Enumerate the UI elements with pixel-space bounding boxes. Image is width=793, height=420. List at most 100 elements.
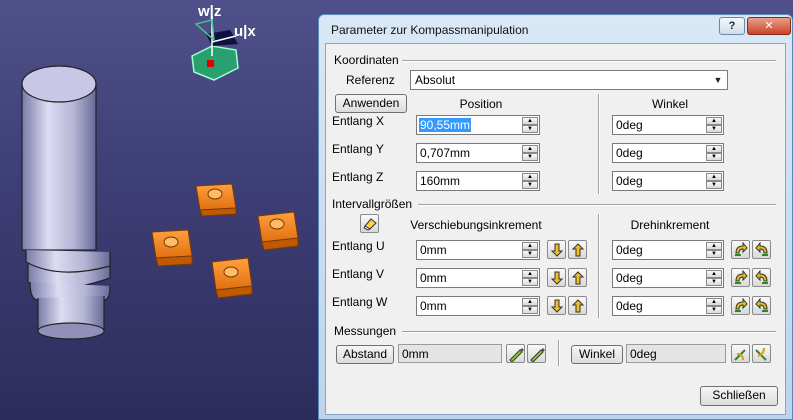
- measure-distance-button-1[interactable]: [506, 344, 525, 363]
- translation-v-spinner[interactable]: ▲ ▼: [522, 270, 538, 286]
- position-z-value: 160mm: [420, 174, 461, 188]
- shaft-part[interactable]: [21, 65, 111, 340]
- orange-part-right[interactable]: [257, 211, 299, 251]
- along-u-label: Entlang U: [332, 239, 385, 253]
- rotate-right-icon: [755, 270, 768, 284]
- orange-part-bottom[interactable]: [211, 257, 253, 299]
- rotate-v-positive-button[interactable]: [752, 268, 771, 287]
- angle-x-value: 0deg: [616, 118, 643, 132]
- translate-v-negative-button[interactable]: [547, 268, 566, 287]
- measure-angle-button-2[interactable]: [752, 344, 771, 363]
- measurements-group-line: [402, 331, 776, 333]
- angle-z-input[interactable]: 0deg ▲ ▼: [612, 171, 724, 191]
- distance-button[interactable]: Abstand: [336, 345, 394, 364]
- position-y-spinner[interactable]: ▲ ▼: [522, 145, 538, 161]
- rotate-v-negative-button[interactable]: [731, 268, 750, 287]
- dialog-titlebar[interactable]: Parameter zur Kompassmanipulation ? ✕: [325, 15, 791, 43]
- pencil-measure-icon: [530, 348, 545, 362]
- intervals-group-line: [418, 204, 776, 206]
- rotate-left-icon: [735, 242, 748, 256]
- orange-part-top[interactable]: [195, 183, 237, 217]
- rotate-w-positive-button[interactable]: [752, 296, 771, 315]
- angle-y-input[interactable]: 0deg ▲ ▼: [612, 143, 724, 163]
- translate-u-negative-button[interactable]: [547, 240, 566, 259]
- rotate-u-positive-button[interactable]: [752, 240, 771, 259]
- along-w-label: Entlang W: [332, 295, 388, 309]
- eraser-button[interactable]: [360, 214, 379, 233]
- close-dialog-button[interactable]: Schließen: [700, 386, 778, 406]
- arrow-up-icon: [571, 243, 585, 257]
- compass-parameters-dialog: Parameter zur Kompassmanipulation ? ✕ Ko…: [318, 14, 793, 420]
- along-x-label: Entlang X: [332, 114, 385, 128]
- measure-distance-button-2[interactable]: [527, 344, 546, 363]
- chevron-down-icon[interactable]: ▼: [711, 72, 725, 88]
- angle-z-spinner[interactable]: ▲ ▼: [706, 173, 722, 189]
- angle-measure-field: 0deg: [626, 344, 726, 363]
- arrow-down-icon: [550, 271, 564, 285]
- orange-part-left[interactable]: [151, 229, 193, 267]
- apply-button[interactable]: Anwenden: [335, 94, 407, 113]
- reference-label: Referenz: [346, 73, 395, 87]
- translation-u-spinner[interactable]: ▲ ▼: [522, 242, 538, 258]
- reference-value: Absolut: [415, 73, 456, 87]
- dialog-title: Parameter zur Kompassmanipulation: [331, 23, 529, 37]
- dialog-client-area: Koordinaten Referenz Absolut ▼ Anwenden …: [325, 43, 786, 415]
- along-y-label: Entlang Y: [332, 142, 384, 156]
- translation-w-input[interactable]: 0mm ▲ ▼: [416, 296, 540, 316]
- angle-measure-icon: [755, 347, 767, 361]
- distance-value: 0mm: [402, 347, 429, 361]
- measurements-separator: [558, 340, 560, 366]
- translate-v-positive-button[interactable]: [568, 268, 587, 287]
- angle-x-input[interactable]: 0deg ▲ ▼: [612, 115, 724, 135]
- translate-w-positive-button[interactable]: [568, 296, 587, 315]
- translation-increment-header: Verschiebungsinkrement: [410, 218, 542, 232]
- rotate-w-negative-button[interactable]: [731, 296, 750, 315]
- rotation-increment-header: Drehinkrement: [630, 218, 710, 232]
- rotation-w-input[interactable]: 0deg ▲ ▼: [612, 296, 724, 316]
- rotation-v-spinner[interactable]: ▲ ▼: [706, 270, 722, 286]
- measurements-group-label: Messungen: [334, 324, 397, 338]
- position-y-input[interactable]: 0,707mm ▲ ▼: [416, 143, 540, 163]
- position-z-input[interactable]: 160mm ▲ ▼: [416, 171, 540, 191]
- angle-z-value: 0deg: [616, 174, 643, 188]
- translation-v-input[interactable]: 0mm ▲ ▼: [416, 268, 540, 288]
- compass-widget[interactable]: [191, 16, 239, 81]
- translation-u-value: 0mm: [420, 243, 447, 257]
- position-y-value: 0,707mm: [420, 146, 471, 160]
- angle-x-spinner[interactable]: ▲ ▼: [706, 117, 722, 133]
- angle-y-spinner[interactable]: ▲ ▼: [706, 145, 722, 161]
- help-button[interactable]: ?: [719, 17, 745, 35]
- coordinates-separator: [598, 94, 600, 194]
- along-v-label: Entlang V: [332, 267, 385, 281]
- rotation-u-value: 0deg: [616, 243, 643, 257]
- rotation-u-spinner[interactable]: ▲ ▼: [706, 242, 722, 258]
- along-z-label: Entlang Z: [332, 170, 384, 184]
- rotate-left-icon: [735, 298, 748, 312]
- intervals-group-label: Intervallgrößen: [332, 197, 413, 211]
- coordinates-group-line: [402, 60, 776, 62]
- translate-w-negative-button[interactable]: [547, 296, 566, 315]
- angle-header: Winkel: [651, 97, 688, 111]
- rotate-u-negative-button[interactable]: [731, 240, 750, 259]
- measure-angle-button-1[interactable]: [731, 344, 750, 363]
- position-x-spinner[interactable]: ▲ ▼: [522, 117, 538, 133]
- angle-y-value: 0deg: [616, 146, 643, 160]
- rotation-w-spinner[interactable]: ▲ ▼: [706, 298, 722, 314]
- rotation-v-input[interactable]: 0deg ▲ ▼: [612, 268, 724, 288]
- rotation-u-input[interactable]: 0deg ▲ ▼: [612, 240, 724, 260]
- arrow-up-icon: [571, 299, 585, 313]
- intervals-separator: [598, 214, 600, 318]
- window-close-button[interactable]: ✕: [747, 17, 791, 35]
- position-x-input[interactable]: 90,55mm ▲ ▼: [416, 115, 540, 135]
- translation-u-input[interactable]: 0mm ▲ ▼: [416, 240, 540, 260]
- angle-measure-button[interactable]: Winkel: [571, 345, 623, 364]
- reference-combo[interactable]: Absolut ▼: [410, 70, 728, 90]
- position-header: Position: [459, 97, 503, 111]
- rotate-right-icon: [755, 298, 768, 312]
- rotation-w-value: 0deg: [616, 299, 643, 313]
- compass-label-ux: u|x: [234, 23, 256, 40]
- translate-u-positive-button[interactable]: [568, 240, 587, 259]
- arrow-down-icon: [550, 299, 564, 313]
- position-z-spinner[interactable]: ▲ ▼: [522, 173, 538, 189]
- translation-w-spinner[interactable]: ▲ ▼: [522, 298, 538, 314]
